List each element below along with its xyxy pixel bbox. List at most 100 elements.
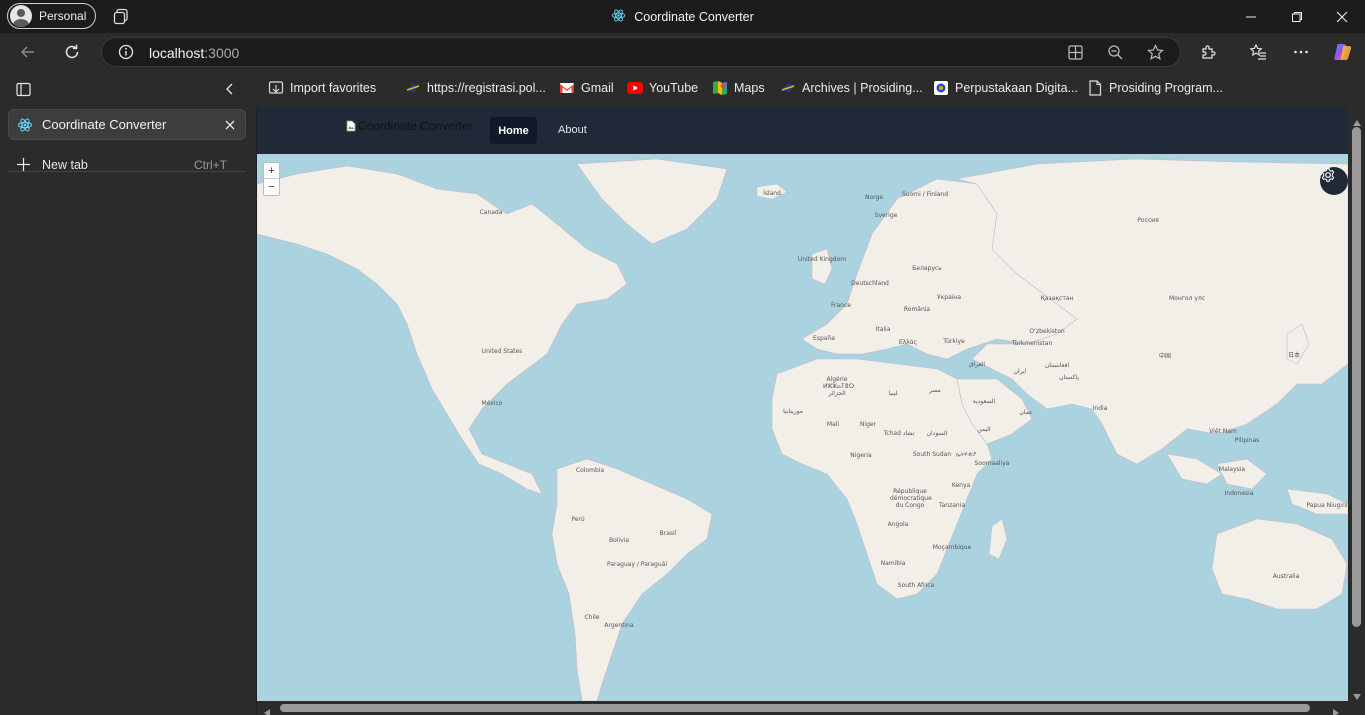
settings-more-button[interactable]: [1290, 41, 1312, 63]
bookmark-maps[interactable]: Maps: [712, 79, 765, 97]
map-label: Pilipinas: [1234, 437, 1260, 444]
refresh-button[interactable]: [61, 41, 83, 63]
map-label: España: [813, 335, 835, 342]
bookmark-prosiding-program[interactable]: Prosiding Program...: [1087, 79, 1223, 97]
map-label: پاکستان: [1059, 374, 1079, 381]
zoom-in-button[interactable]: +: [264, 163, 279, 179]
map-label: Canada: [479, 209, 503, 216]
map-label: افغانستان: [1044, 362, 1070, 369]
map-label: United States: [481, 348, 523, 355]
map-label: Papua Niugini: [1306, 502, 1348, 509]
bookmark-label: Perpustakaan Digita...: [955, 81, 1078, 95]
close-icon: [1336, 11, 1348, 22]
map-label: Kenya: [951, 482, 971, 489]
map-label: ایران: [1013, 368, 1027, 375]
minimize-button[interactable]: [1228, 0, 1274, 33]
favorites-button[interactable]: [1247, 41, 1269, 63]
map-label: Oʻzbekiston: [1029, 328, 1065, 335]
bookmark-gmail[interactable]: Gmail: [559, 79, 614, 97]
tab-actions-icon[interactable]: [16, 82, 31, 102]
map-tiles: [257, 158, 1348, 701]
maps-icon: [712, 80, 728, 96]
map-label: Sverige: [874, 212, 898, 219]
map-label: Australia: [1272, 573, 1300, 580]
favorite-star-icon[interactable]: [1147, 44, 1164, 66]
north-america: [257, 165, 628, 495]
gear-icon: [1321, 168, 1335, 182]
workspaces-icon[interactable]: [113, 8, 130, 25]
map-label: Türkmenistan: [1011, 340, 1053, 347]
horizontal-scrollbar[interactable]: [257, 701, 1365, 715]
extensions-button[interactable]: [1198, 41, 1220, 63]
scroll-right-icon[interactable]: [1333, 704, 1339, 715]
map-label: اليمن: [977, 426, 991, 433]
site-icon: [405, 80, 421, 96]
bookmark-perpustakaan[interactable]: Perpustakaan Digita...: [933, 79, 1078, 97]
map-label: Монгол улс: [1168, 295, 1206, 302]
borneo: [1216, 458, 1268, 490]
map-label: Việt Nam: [1209, 428, 1237, 435]
australia: [1211, 518, 1348, 610]
madagascar: [988, 518, 1008, 560]
map-label: United Kingdom: [797, 256, 847, 263]
profile-button[interactable]: Personal: [7, 3, 97, 29]
map-label: Україна: [936, 294, 962, 301]
bookmark-label: Gmail: [581, 81, 614, 95]
address-bar-row: localhost:3000: [0, 33, 1365, 71]
map-label: السودان: [926, 430, 948, 437]
map-label: Angola: [887, 521, 909, 528]
world-map[interactable]: Canada United States México Colombia Per…: [257, 154, 1348, 701]
app-available-icon[interactable]: [1067, 44, 1084, 66]
map-label: 日本: [1287, 352, 1301, 359]
copilot-icon: [1334, 44, 1352, 60]
youtube-icon: [627, 80, 643, 96]
map-label: Tchad تشاد: [883, 430, 915, 437]
bookmark-label: https://registrasi.pol...: [427, 81, 546, 95]
bookmark-label: Maps: [734, 81, 765, 95]
bookmark-archives-prosiding[interactable]: Archives | Prosiding...: [780, 79, 923, 97]
minimize-icon: [1246, 16, 1256, 17]
map-label: مصر: [929, 387, 941, 394]
back-button[interactable]: [17, 41, 39, 63]
map-label: France: [831, 302, 851, 309]
app-logo[interactable]: Coordinate Converter: [346, 119, 473, 133]
map-label: République démocratique du Congo: [890, 488, 932, 509]
copilot-button[interactable]: [1332, 41, 1354, 63]
map-label: România: [903, 306, 931, 313]
map-label: عمان: [1019, 409, 1033, 416]
tab-coordinate-converter[interactable]: Coordinate Converter: [8, 109, 246, 140]
map-label: Indonesia: [1224, 490, 1254, 497]
scroll-left-icon[interactable]: [264, 704, 270, 715]
nav-home-link[interactable]: Home: [490, 117, 537, 144]
close-tab-icon[interactable]: [224, 118, 236, 136]
vertical-scroll-thumb[interactable]: [1352, 127, 1361, 627]
nav-about-link[interactable]: About: [558, 124, 587, 136]
map-label: Suomi / Finland: [901, 191, 949, 198]
zoom-out-button[interactable]: −: [264, 179, 279, 195]
plus-icon: [16, 157, 31, 177]
gmail-icon: [559, 80, 575, 96]
new-tab-button[interactable]: New tab Ctrl+T: [14, 157, 234, 177]
bookmark-youtube[interactable]: YouTube: [627, 79, 698, 97]
close-window-button[interactable]: [1319, 0, 1365, 33]
south-america: [551, 458, 713, 701]
vertical-scrollbar[interactable]: [1348, 107, 1365, 701]
bookmark-import-favorites[interactable]: Import favorites: [268, 79, 376, 97]
bookmark-label: Archives | Prosiding...: [802, 81, 923, 95]
restore-button[interactable]: [1274, 0, 1320, 33]
new-tab-shortcut: Ctrl+T: [194, 158, 227, 172]
profile-label: Personal: [39, 9, 87, 23]
zoom-out-icon[interactable]: [1107, 44, 1124, 66]
bookmark-label: Import favorites: [290, 81, 377, 95]
window-title: Coordinate Converter: [0, 0, 1365, 33]
horizontal-scroll-thumb[interactable]: [280, 704, 1310, 712]
more-dots-icon: [1294, 50, 1308, 54]
map-settings-button[interactable]: [1320, 167, 1348, 195]
address-bar[interactable]: localhost:3000: [101, 37, 1181, 67]
greenland: [576, 158, 728, 245]
back-arrow-icon: [20, 46, 34, 58]
site-info-icon[interactable]: [118, 44, 134, 65]
map-label: Türkiye: [943, 338, 965, 345]
collapse-sidebar-icon[interactable]: [223, 82, 237, 101]
bookmark-registrasi[interactable]: https://registrasi.pol...: [405, 79, 546, 97]
